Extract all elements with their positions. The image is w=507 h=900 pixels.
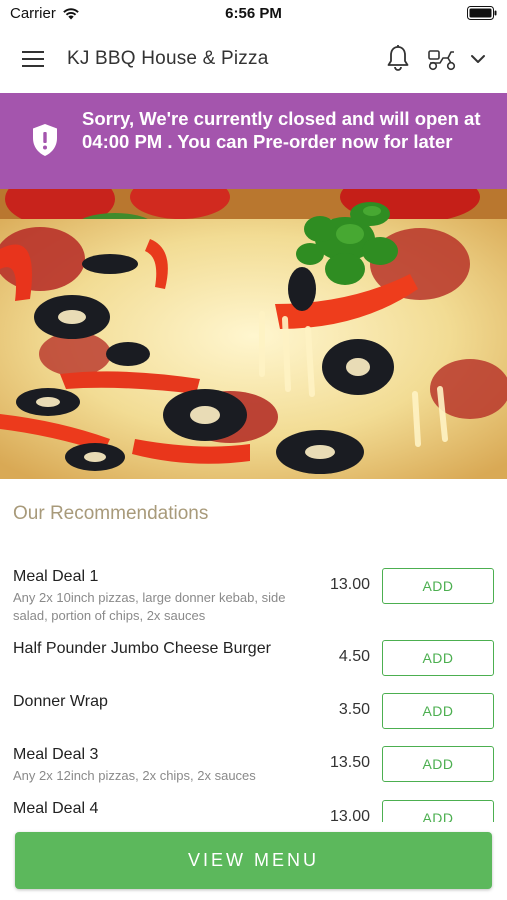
item-name: Meal Deal 3 [13,746,99,763]
item-price: 3.50 [338,701,370,718]
battery-icon [467,6,497,20]
bell-icon[interactable] [385,44,411,72]
status-bar: Carrier 6:56 PM [0,0,507,26]
item-name: Meal Deal 4 [13,800,99,817]
item-price: 13.50 [329,754,370,771]
recommendations-title: Our Recommendations [13,503,209,524]
closed-message: Sorry, We're currently closed and will o… [82,108,481,152]
status-time: 6:56 PM [225,5,282,22]
add-button[interactable]: ADD [382,693,494,729]
page-title: KJ BBQ House & Pizza [67,48,269,69]
shield-icon [33,124,57,156]
add-button[interactable]: ADD [382,640,494,676]
app-header: KJ BBQ House & Pizza [0,26,507,92]
closed-banner: Sorry, We're currently closed and will o… [0,93,507,189]
item-price: 13.00 [329,576,370,593]
item-description: Any 2x 12inch pizzas, 2x chips, 2x sauce… [13,768,256,783]
item-name: Donner Wrap [13,693,108,710]
item-price: 4.50 [338,648,370,665]
chevron-down-icon[interactable] [470,52,486,66]
item-name: Meal Deal 1 [13,568,99,585]
item-name: Half Pounder Jumbo Cheese Burger [13,640,271,657]
item-description: Any 2x 10inch pizzas, large donner kebab… [13,590,286,623]
add-button[interactable]: ADD [382,800,494,822]
recommendations-list[interactable]: Meal Deal 1 Any 2x 10inch pizzas, large … [0,560,507,822]
add-button[interactable]: ADD [382,568,494,604]
scooter-icon[interactable] [426,46,458,72]
view-menu-button[interactable]: VIEW MENU [15,832,492,889]
menu-icon[interactable] [20,48,46,70]
hero-pizza-image [0,189,507,479]
item-price: 13.00 [329,808,370,822]
add-button[interactable]: ADD [382,746,494,782]
